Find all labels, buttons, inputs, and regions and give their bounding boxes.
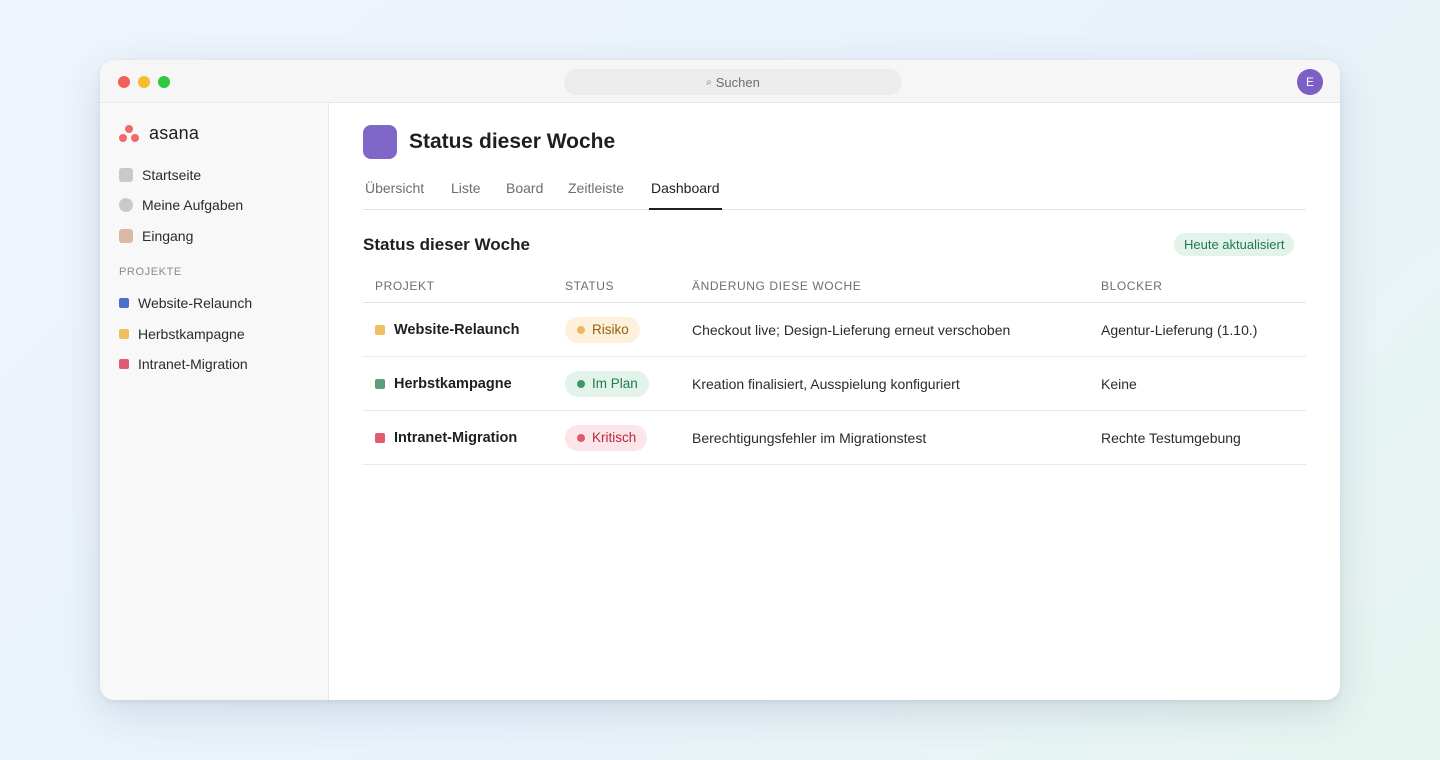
sidebar-item-eingang[interactable]: Eingang [119, 228, 193, 244]
search-icon: ⌕ [706, 76, 712, 88]
sidebar-item-meine-aufgaben[interactable]: Meine Aufgaben [119, 197, 243, 213]
project-color-swatch [119, 329, 129, 339]
project-color-swatch [375, 324, 385, 335]
project-tabs: Übersicht Liste Board Zeitleiste Dashboa… [363, 180, 1306, 210]
status-cell: Kritisch [565, 411, 648, 464]
table-row[interactable]: Website-Relaunch Risiko Checkout live; D… [363, 303, 1306, 357]
tab-board[interactable]: Board [504, 180, 545, 210]
column-header-aenderung[interactable]: ÄNDERUNG DIESE WOCHE [692, 279, 861, 293]
asana-logo[interactable]: asana [119, 123, 199, 144]
tab-dashboard[interactable]: Dashboard [649, 180, 722, 210]
change-cell: Berechtigungsfehler im Migrationstest [692, 429, 927, 446]
table-row[interactable]: Herbstkampagne Im Plan Kreation finalisi… [363, 357, 1306, 411]
status-dot-icon [577, 433, 585, 442]
change-cell: Kreation finalisiert, Ausspielung konfig… [692, 375, 960, 392]
maximize-window-button[interactable] [158, 76, 170, 88]
search-placeholder: Suchen [715, 74, 760, 90]
tab-uebersicht[interactable]: Übersicht [363, 180, 426, 210]
sidebar-project-label: Herbstkampagne [138, 326, 245, 342]
status-badge[interactable]: Kritisch [565, 424, 648, 451]
project-color-swatch [375, 432, 385, 443]
project-color-swatch [119, 298, 129, 308]
project-cell[interactable]: Intranet-Migration [375, 411, 517, 464]
minimize-window-button[interactable] [138, 76, 150, 88]
status-dot-icon [577, 325, 585, 334]
sidebar: asana Startseite Meine Aufgaben Eingang … [100, 103, 329, 700]
search-input[interactable]: ⌕ Suchen [564, 69, 902, 95]
blocker-cell: Rechte Testumgebung [1101, 429, 1241, 446]
brand-name: asana [149, 123, 200, 143]
change-cell: Checkout live; Design-Lieferung erneut v… [692, 321, 1011, 338]
updated-badge: Heute aktualisiert [1174, 233, 1295, 256]
project-name: Website-Relaunch [394, 321, 520, 338]
sidebar-project-website-relaunch[interactable]: Website-Relaunch [119, 295, 252, 311]
status-badge[interactable]: Im Plan [565, 370, 649, 397]
title-bar: ⌕ Suchen E [100, 60, 1340, 103]
sidebar-item-label: Meine Aufgaben [142, 197, 244, 213]
section-title: Status dieser Woche [363, 235, 530, 254]
column-header-blocker[interactable]: BLOCKER [1101, 279, 1163, 293]
status-table: PROJEKT STATUS ÄNDERUNG DIESE WOCHE BLOC… [363, 266, 1306, 465]
status-label: Im Plan [592, 376, 638, 391]
table-header: PROJEKT STATUS ÄNDERUNG DIESE WOCHE BLOC… [363, 266, 1306, 303]
projects-section-label: PROJEKTE [119, 266, 182, 278]
sidebar-item-label: Startseite [142, 167, 202, 183]
status-cell: Im Plan [565, 357, 649, 410]
status-dot-icon [577, 379, 585, 388]
project-name: Intranet-Migration [394, 429, 518, 446]
project-cell[interactable]: Herbstkampagne [375, 357, 512, 410]
sidebar-project-label: Website-Relaunch [138, 295, 253, 311]
tab-liste[interactable]: Liste [449, 180, 483, 210]
status-badge[interactable]: Risiko [565, 316, 640, 343]
close-window-button[interactable] [118, 76, 130, 88]
table-row[interactable]: Intranet-Migration Kritisch Berechtigung… [363, 411, 1306, 465]
tab-zeitleiste[interactable]: Zeitleiste [566, 180, 626, 210]
app-window: ⌕ Suchen E asana Startseite Meine Aufgab… [100, 60, 1340, 700]
project-icon [363, 125, 397, 159]
column-header-status[interactable]: STATUS [565, 279, 614, 293]
main-content: Status dieser Woche Übersicht Liste Boar… [329, 103, 1340, 700]
tasks-icon [119, 198, 133, 212]
sidebar-project-herbstkampagne[interactable]: Herbstkampagne [119, 326, 245, 342]
project-color-swatch [375, 378, 385, 389]
status-cell: Risiko [565, 303, 640, 356]
sidebar-item-startseite[interactable]: Startseite [119, 167, 201, 183]
page-title: Status dieser Woche [409, 130, 616, 153]
column-header-projekt[interactable]: PROJEKT [375, 279, 435, 293]
inbox-icon [119, 229, 133, 243]
sidebar-project-label: Intranet-Migration [138, 356, 248, 372]
blocker-cell: Agentur-Lieferung (1.10.) [1101, 321, 1258, 338]
user-avatar[interactable]: E [1297, 69, 1323, 95]
project-name: Herbstkampagne [394, 375, 512, 392]
status-label: Risiko [592, 322, 629, 337]
status-label: Kritisch [592, 430, 637, 445]
project-color-swatch [119, 359, 129, 369]
home-icon [119, 168, 133, 182]
project-cell[interactable]: Website-Relaunch [375, 303, 519, 356]
sidebar-item-label: Eingang [142, 228, 194, 244]
asana-logo-icon [119, 124, 139, 143]
sidebar-project-intranet-migration[interactable]: Intranet-Migration [119, 356, 248, 372]
blocker-cell: Keine [1101, 375, 1137, 392]
